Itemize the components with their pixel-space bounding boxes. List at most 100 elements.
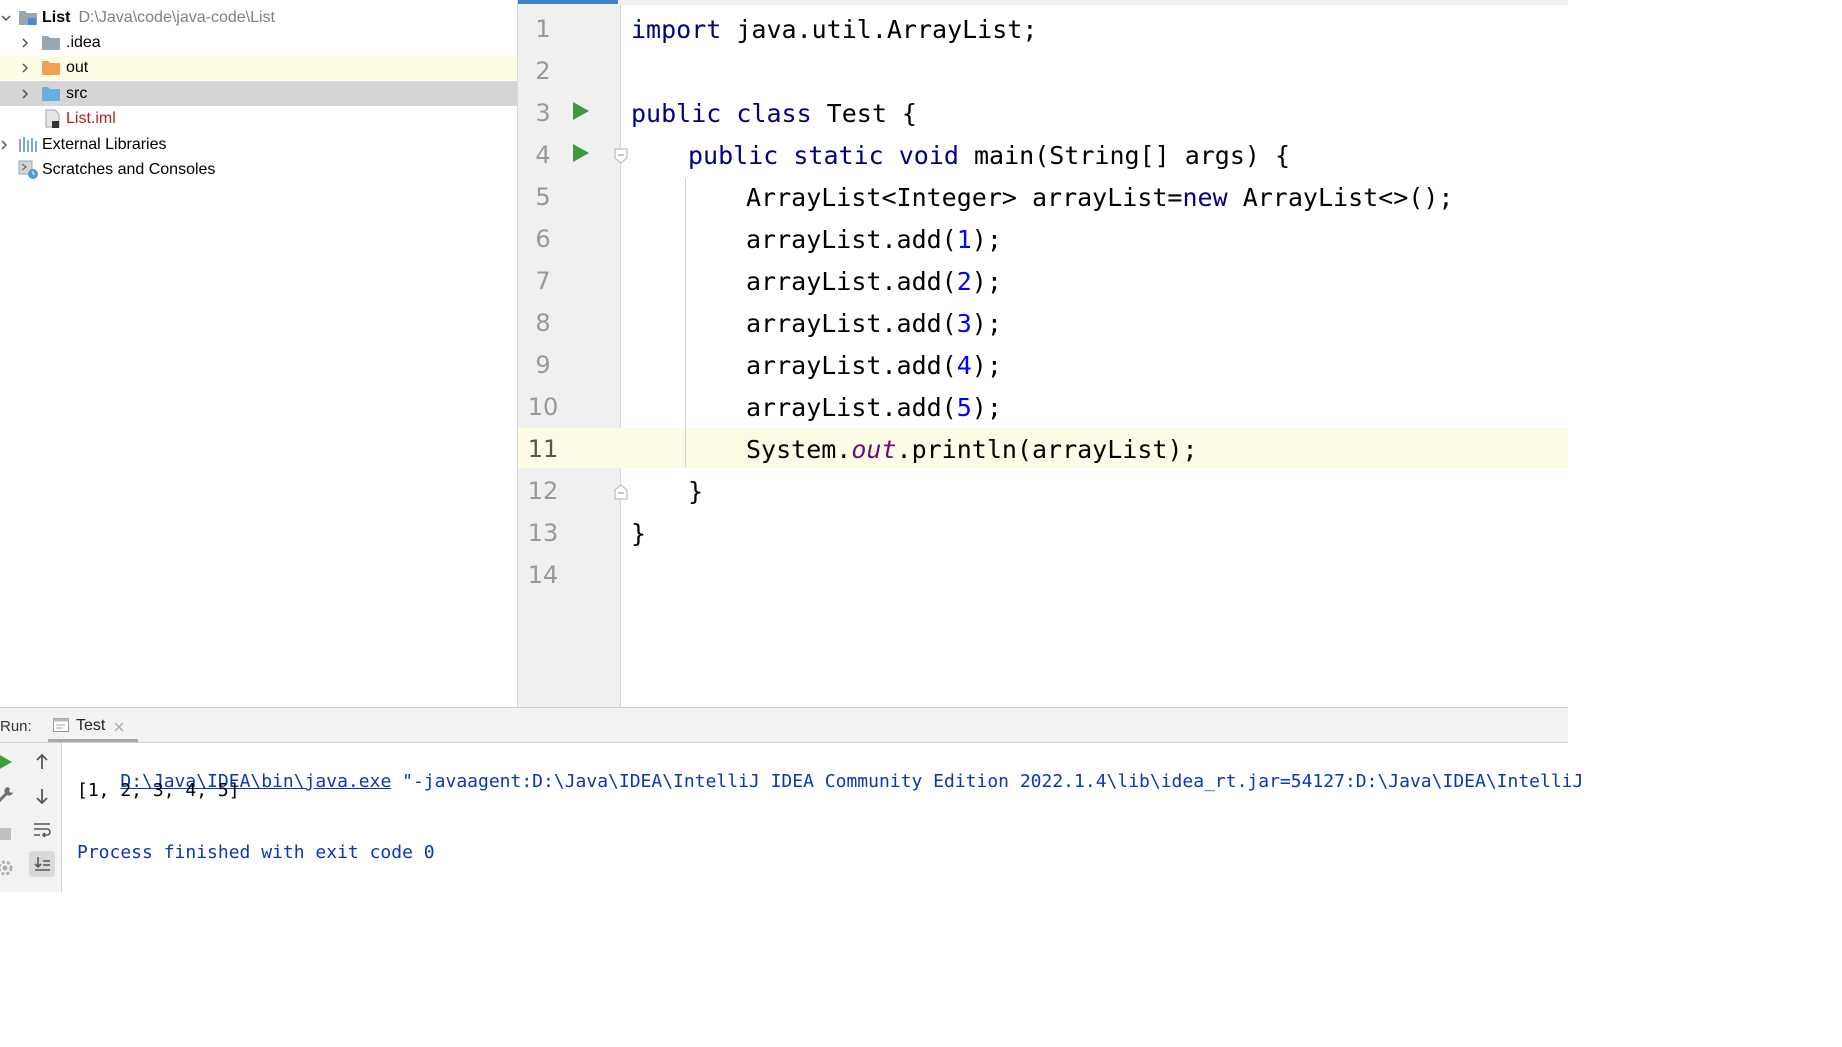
excluded-folder-icon <box>41 60 61 81</box>
chevron-right-icon[interactable] <box>19 62 31 74</box>
code-text: main(String[] args) { <box>958 140 1291 170</box>
keyword: import <box>631 14 722 44</box>
library-icon <box>18 136 38 158</box>
number-literal: 3 <box>956 308 972 338</box>
keyword: public static void <box>688 140 959 170</box>
code-line-13[interactable]: } <box>631 512 646 554</box>
line-number: 5 <box>535 183 551 211</box>
number-literal: 1 <box>956 224 972 254</box>
run-tool-window: Run: Test D:\Java\IDEA\bin\java.exe "-ja… <box>0 707 1583 892</box>
line-number: 4 <box>535 141 551 169</box>
code-text: arrayList.add( <box>746 350 957 380</box>
code-text: arrayList.add( <box>746 392 957 422</box>
scratches-icon <box>18 160 40 185</box>
number-literal: 4 <box>956 350 972 380</box>
code-line-1[interactable]: import java.util.ArrayList; <box>631 8 1037 50</box>
project-tool-window: List D:\Java\code\java-code\List .idea ou… <box>0 0 518 707</box>
line-number: 10 <box>527 393 559 421</box>
code-line-8[interactable]: arrayList.add(3); <box>746 302 1002 344</box>
code-text: arrayList.add( <box>746 308 957 338</box>
code-text: ); <box>971 392 1002 422</box>
code-line-6[interactable]: arrayList.add(1); <box>746 218 1002 260</box>
line-number: 7 <box>535 267 551 295</box>
code-line-5[interactable]: ArrayList<Integer> arrayList= new ArrayLi… <box>746 176 1453 218</box>
code-text: ArrayList<Integer> arrayList= <box>746 182 1183 212</box>
stop-icon[interactable] <box>0 821 18 847</box>
console-output: [1, 2, 3, 4, 5] <box>77 780 240 801</box>
console-exit-message: Process finished with exit code 0 <box>77 842 435 863</box>
line-number: 8 <box>535 309 551 337</box>
number-literal: 5 <box>956 392 972 422</box>
keyword: public class <box>631 98 812 128</box>
chevron-right-icon[interactable] <box>19 37 31 49</box>
line-number: 3 <box>535 99 551 127</box>
tree-node-label: External Libraries <box>42 135 167 153</box>
code-text: ); <box>971 266 1002 296</box>
run-toolbar <box>0 743 62 892</box>
static-field: out <box>851 434 897 464</box>
code-line-11[interactable]: System. out .println(arrayList); <box>746 428 1198 470</box>
code-text: ); <box>971 224 1002 254</box>
tree-node-list-iml[interactable]: List.iml <box>0 106 517 131</box>
code-text: ); <box>971 350 1002 380</box>
run-tab-underline <box>48 739 138 742</box>
console-command-args: "-javaagent:D:\Java\IDEA\IntelliJ IDEA C… <box>391 771 1584 792</box>
code-line-7[interactable]: arrayList.add(2); <box>746 260 1002 302</box>
line-number: 1 <box>535 15 551 43</box>
code-line-9[interactable]: arrayList.add(4); <box>746 344 1002 386</box>
console-command-line: D:\Java\IDEA\bin\java.exe "-javaagent:D:… <box>77 750 1583 813</box>
run-main-icon[interactable] <box>572 143 590 163</box>
rerun-icon[interactable] <box>0 749 18 775</box>
run-header: Run: Test <box>0 708 1568 743</box>
arrow-down-icon[interactable] <box>29 783 55 809</box>
tree-node-root[interactable]: List D:\Java\code\java-code\List <box>0 5 517 30</box>
line-number: 2 <box>535 57 551 85</box>
code-line-3[interactable]: public class Test { <box>631 92 917 134</box>
settings-icon[interactable] <box>0 855 18 881</box>
line-number: 9 <box>535 351 551 379</box>
close-icon[interactable] <box>114 719 124 737</box>
keyword: new <box>1182 182 1228 212</box>
module-folder-icon <box>18 9 38 31</box>
code-line-10[interactable]: arrayList.add(5); <box>746 386 1002 428</box>
tree-node-root-path: D:\Java\code\java-code\List <box>78 8 275 26</box>
line-number: 12 <box>527 477 559 505</box>
tree-node-label: src <box>66 84 88 102</box>
editor-active-tab-indicator[interactable] <box>518 0 618 4</box>
source-folder-icon <box>41 86 61 107</box>
tree-node-label: List.iml <box>66 109 116 127</box>
tree-node-scratches[interactable]: Scratches and Consoles <box>0 157 517 182</box>
code-text: arrayList.add( <box>746 266 957 296</box>
fold-end-icon[interactable] <box>613 484 629 500</box>
chevron-right-icon[interactable] <box>19 88 31 100</box>
tree-node-label: Scratches and Consoles <box>42 160 216 178</box>
fold-start-icon[interactable] <box>613 148 629 164</box>
console-tab-icon <box>53 718 69 737</box>
chevron-right-icon[interactable] <box>0 139 10 151</box>
tree-node-out[interactable]: out <box>0 55 517 80</box>
code-text: java.util.ArrayList; <box>721 14 1038 44</box>
line-number-current: 11 <box>527 435 559 463</box>
tree-node-external-libraries[interactable]: External Libraries <box>0 132 517 157</box>
scroll-to-end-icon[interactable] <box>29 851 55 877</box>
code-line-4[interactable]: public static void main(String[] args) { <box>688 134 1290 176</box>
code-text: .println(arrayList); <box>896 434 1198 464</box>
line-number: 13 <box>527 519 559 547</box>
code-text: ArrayList<>(); <box>1227 182 1454 212</box>
tree-node-label: out <box>66 58 89 76</box>
run-tab-test[interactable]: Test <box>48 708 138 742</box>
arrow-up-icon[interactable] <box>29 749 55 775</box>
tree-node-root-label: List <box>42 8 71 26</box>
code-line-12[interactable]: } <box>688 470 703 512</box>
chevron-down-icon[interactable] <box>0 12 12 24</box>
tree-node-idea[interactable]: .idea <box>0 30 517 55</box>
tree-node-src[interactable]: src <box>0 81 517 106</box>
run-class-icon[interactable] <box>572 101 590 121</box>
code-text: arrayList.add( <box>746 224 957 254</box>
run-label: Run: <box>0 718 32 735</box>
run-tab-label: Test <box>76 717 106 734</box>
code-text: System. <box>746 434 852 464</box>
wrench-icon[interactable] <box>0 781 18 807</box>
soft-wrap-icon[interactable] <box>29 817 55 843</box>
code-text: Test { <box>811 98 917 128</box>
